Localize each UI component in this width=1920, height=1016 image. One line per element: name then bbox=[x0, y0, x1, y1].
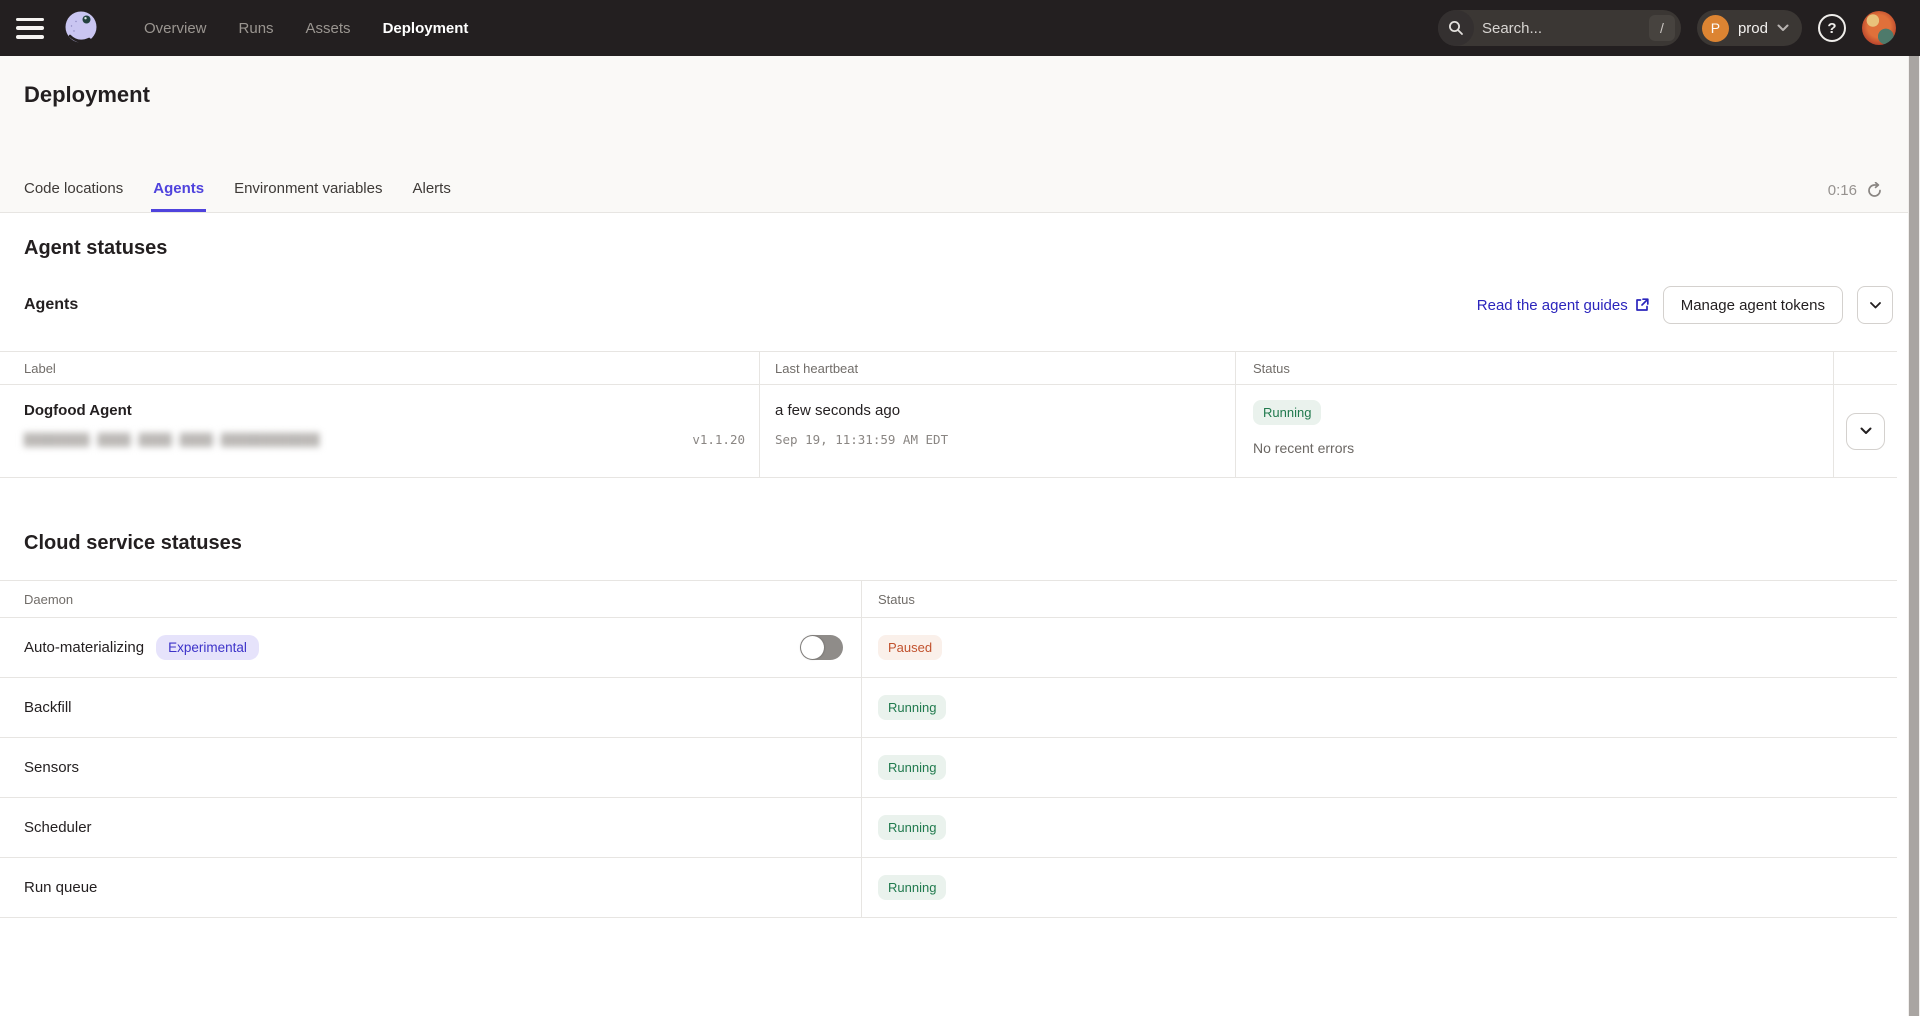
daemon-cell: Run queue bbox=[0, 858, 861, 917]
status-cell: Running bbox=[861, 738, 1897, 797]
tab-environment-variables[interactable]: Environment variables bbox=[234, 180, 382, 212]
scrollbar[interactable] bbox=[1908, 56, 1920, 1016]
deployment-switcher-label: prod bbox=[1738, 20, 1768, 37]
daemon-cell: Sensors bbox=[0, 738, 861, 797]
agents-toolbar: Agents Read the agent guides Manage agen… bbox=[24, 286, 1893, 324]
page-tabs: Code locations Agents Environment variab… bbox=[24, 180, 451, 212]
agents-table-header: Label Last heartbeat Status bbox=[0, 352, 1897, 385]
agent-heartbeat-cell: a few seconds ago Sep 19, 11:31:59 AM ED… bbox=[759, 385, 1235, 477]
agents-controls: Read the agent guides Manage agent token… bbox=[1477, 286, 1893, 324]
page-title: Deployment bbox=[24, 82, 1896, 108]
nav-link-deployment[interactable]: Deployment bbox=[383, 20, 469, 37]
status-cell: Paused bbox=[861, 618, 1897, 677]
daemon-cell: Backfill bbox=[0, 678, 861, 737]
help-icon[interactable]: ? bbox=[1818, 14, 1846, 42]
agent-guides-link[interactable]: Read the agent guides bbox=[1477, 297, 1649, 314]
daemon-name: Backfill bbox=[24, 699, 72, 716]
table-row-run-queue: Run queue Running bbox=[0, 858, 1897, 918]
agent-label-cell: Dogfood Agent ████████-████-████-████-██… bbox=[0, 385, 759, 477]
agent-status-badge: Running bbox=[1253, 400, 1321, 425]
agent-errors-text: No recent errors bbox=[1253, 440, 1833, 456]
table-row-backfill: Backfill Running bbox=[0, 678, 1897, 738]
tab-code-locations[interactable]: Code locations bbox=[24, 180, 123, 212]
column-header-status: Status bbox=[861, 581, 1897, 617]
refresh-icon[interactable] bbox=[1866, 182, 1883, 199]
daemon-name: Auto-materializing bbox=[24, 639, 144, 656]
scrollbar-thumb[interactable] bbox=[1909, 56, 1919, 1016]
nav-link-runs[interactable]: Runs bbox=[239, 20, 274, 37]
column-header-status: Status bbox=[1235, 352, 1833, 384]
agent-table-row: Dogfood Agent ████████-████-████-████-██… bbox=[0, 385, 1897, 477]
status-badge: Running bbox=[878, 695, 946, 720]
deployment-initial-badge: P bbox=[1702, 15, 1729, 42]
daemon-cell: Auto-materializing Experimental bbox=[0, 618, 861, 677]
column-header-daemon: Daemon bbox=[0, 581, 861, 617]
cloud-service-statuses-heading: Cloud service statuses bbox=[24, 532, 1896, 555]
tab-alerts[interactable]: Alerts bbox=[412, 180, 450, 212]
primary-nav: Overview Runs Assets Deployment bbox=[144, 20, 468, 37]
refresh-area: 0:16 bbox=[1828, 182, 1883, 199]
daemon-cell: Scheduler bbox=[0, 798, 861, 857]
agent-status-cell: Running No recent errors bbox=[1235, 385, 1833, 477]
column-header-label: Label bbox=[0, 352, 759, 384]
auto-materializing-toggle[interactable] bbox=[800, 635, 843, 660]
deployment-switcher[interactable]: P prod bbox=[1697, 10, 1802, 46]
dagster-logo-icon[interactable] bbox=[62, 9, 100, 47]
chevron-down-icon bbox=[1777, 24, 1789, 32]
nav-link-overview[interactable]: Overview bbox=[144, 20, 207, 37]
table-row-sensors: Sensors Running bbox=[0, 738, 1897, 798]
agent-actions-cell bbox=[1833, 385, 1897, 477]
status-badge: Running bbox=[878, 755, 946, 780]
status-cell: Running bbox=[861, 798, 1897, 857]
agent-statuses-heading: Agent statuses bbox=[24, 237, 1896, 260]
caret-down-icon bbox=[1870, 302, 1881, 309]
agent-expand-button[interactable] bbox=[1846, 413, 1885, 450]
menu-icon[interactable] bbox=[16, 18, 44, 39]
agent-version: v1.1.20 bbox=[692, 432, 745, 447]
refresh-timer: 0:16 bbox=[1828, 182, 1857, 199]
status-badge: Paused bbox=[878, 635, 942, 660]
status-cell: Running bbox=[861, 678, 1897, 737]
cloud-table-header: Daemon Status bbox=[0, 581, 1897, 618]
user-avatar[interactable] bbox=[1862, 11, 1896, 45]
top-navigation-bar: Overview Runs Assets Deployment Search..… bbox=[0, 0, 1920, 56]
tab-agents[interactable]: Agents bbox=[153, 180, 204, 212]
toggle-knob bbox=[801, 636, 824, 659]
agent-guides-link-label: Read the agent guides bbox=[1477, 297, 1628, 314]
topnav-right-cluster: Search... / P prod ? bbox=[1438, 10, 1896, 46]
search-shortcut-key: / bbox=[1649, 15, 1675, 41]
daemon-name: Scheduler bbox=[24, 819, 92, 836]
column-header-actions bbox=[1833, 352, 1897, 384]
search-input[interactable]: Search... / bbox=[1438, 10, 1681, 46]
table-row-scheduler: Scheduler Running bbox=[0, 798, 1897, 858]
status-badge: Running bbox=[878, 815, 946, 840]
column-header-last-heartbeat: Last heartbeat bbox=[759, 352, 1235, 384]
agents-table: Label Last heartbeat Status Dogfood Agen… bbox=[0, 351, 1897, 478]
agent-tokens-dropdown-button[interactable] bbox=[1857, 286, 1893, 324]
agents-subheading: Agents bbox=[24, 296, 78, 314]
page-header: Deployment Code locations Agents Environ… bbox=[0, 56, 1920, 213]
external-link-icon bbox=[1635, 298, 1649, 312]
search-placeholder: Search... bbox=[1482, 20, 1649, 37]
daemon-name: Sensors bbox=[24, 759, 79, 776]
status-badge: Running bbox=[878, 875, 946, 900]
table-row-auto-materializing: Auto-materializing Experimental Paused bbox=[0, 618, 1897, 678]
experimental-badge: Experimental bbox=[156, 635, 259, 660]
heartbeat-relative: a few seconds ago bbox=[775, 402, 1235, 419]
status-cell: Running bbox=[861, 858, 1897, 917]
search-icon bbox=[1438, 10, 1474, 46]
agent-id-redacted: ████████-████-████-████-████████████ bbox=[24, 433, 320, 447]
heartbeat-absolute: Sep 19, 11:31:59 AM EDT bbox=[775, 432, 1235, 447]
nav-link-assets[interactable]: Assets bbox=[306, 20, 351, 37]
help-glyph: ? bbox=[1827, 20, 1836, 37]
chevron-down-icon bbox=[1860, 427, 1872, 435]
daemon-name: Run queue bbox=[24, 879, 97, 896]
agent-name: Dogfood Agent bbox=[24, 402, 745, 419]
cloud-services-table: Daemon Status Auto-materializing Experim… bbox=[0, 580, 1897, 918]
manage-agent-tokens-button[interactable]: Manage agent tokens bbox=[1663, 286, 1843, 324]
